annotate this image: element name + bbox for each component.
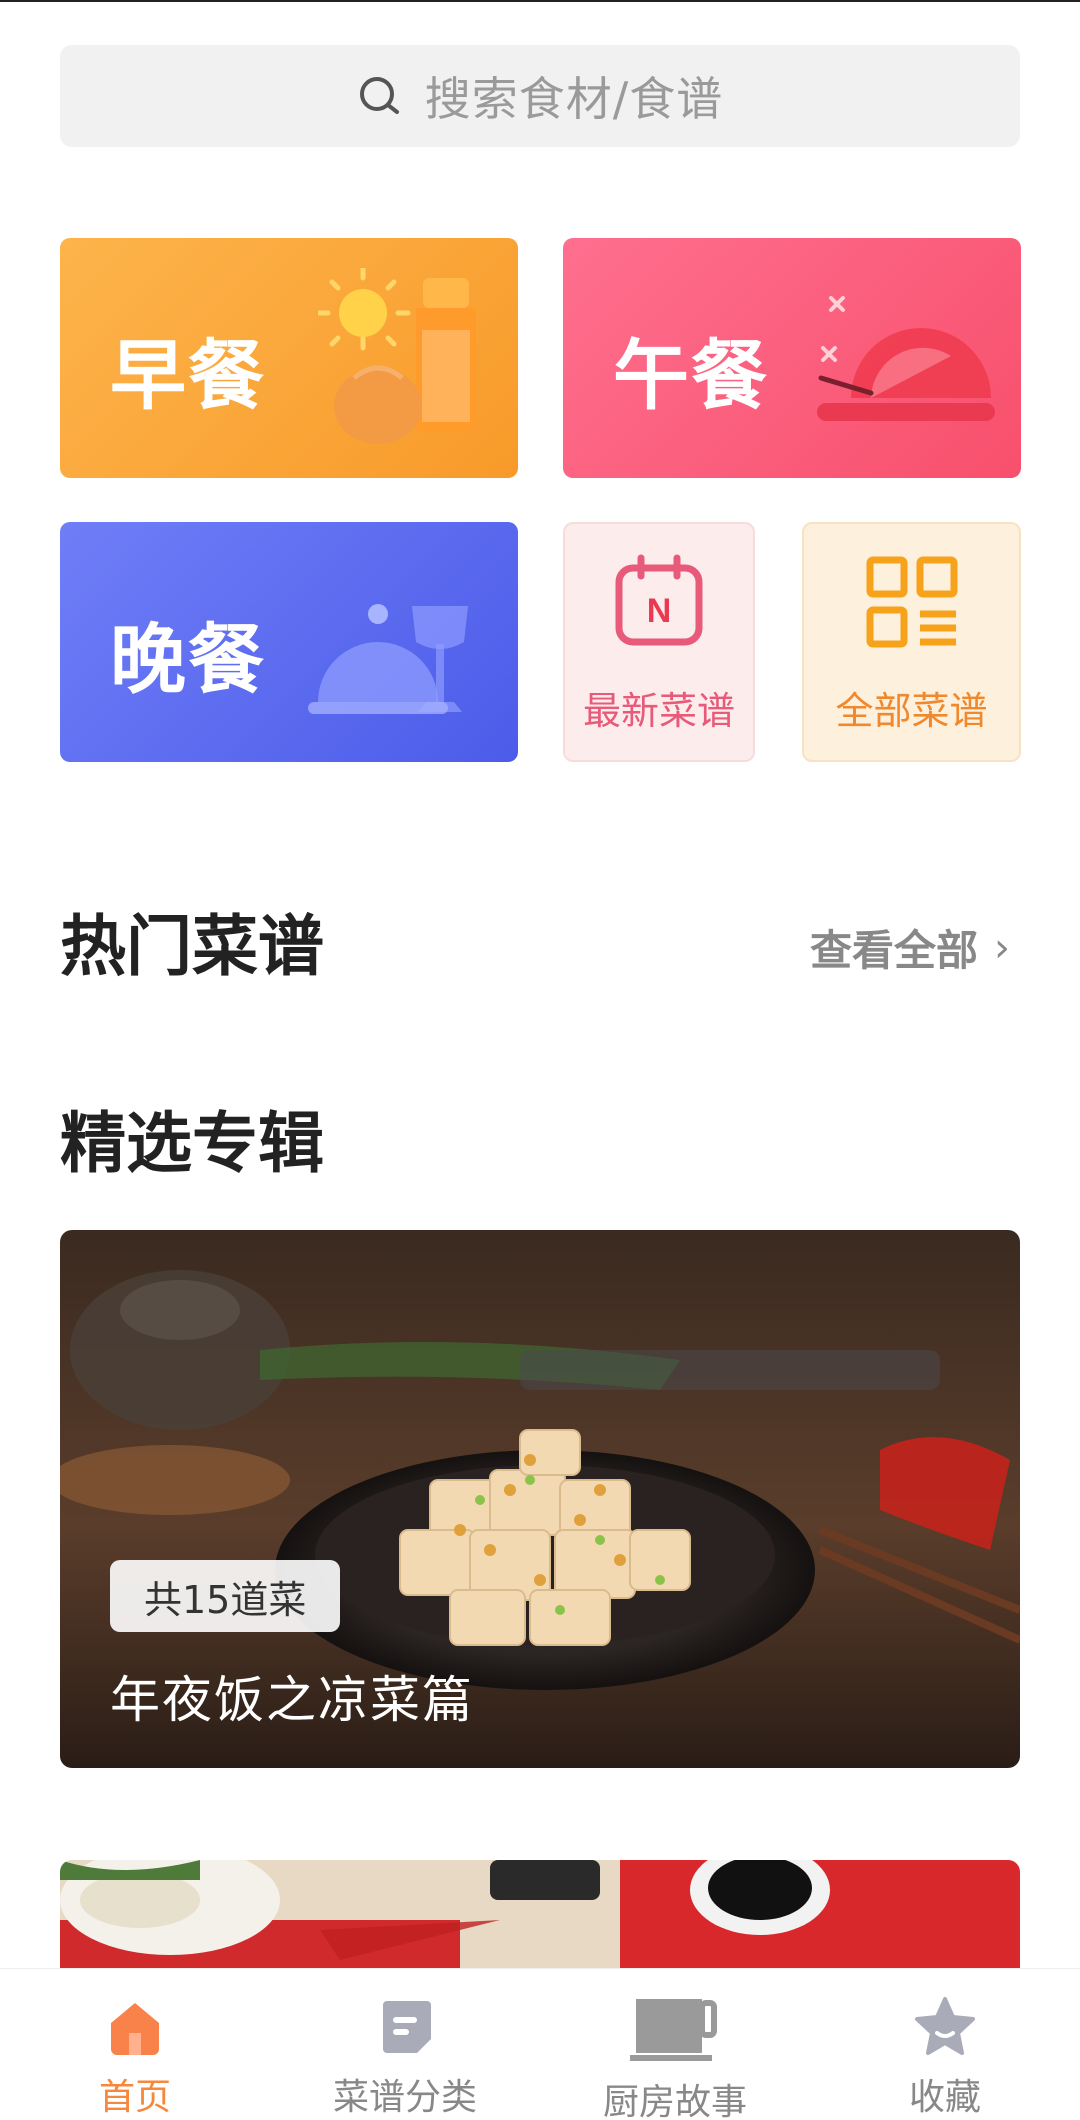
bottom-nav: 首页 菜谱分类 厨房故事 收藏 xyxy=(0,1968,1080,2120)
album-count-badge: 共15道菜 xyxy=(110,1560,341,1632)
newest-recipes-tile[interactable]: N 最新菜谱 xyxy=(563,522,755,762)
dinner-label: 晚餐 xyxy=(110,615,266,704)
chevron-right-icon: › xyxy=(994,924,1010,971)
search-bar[interactable]: 搜索食材/食谱 xyxy=(60,45,1020,147)
newest-recipes-label: 最新菜谱 xyxy=(582,689,735,733)
nav-kitchen-stories[interactable]: 厨房故事 xyxy=(540,1969,810,2120)
hot-recipes-title: 热门菜谱 xyxy=(60,908,324,985)
breakfast-label: 早餐 xyxy=(110,331,266,420)
all-recipes-label: 全部菜谱 xyxy=(835,689,988,733)
lunch-illustration-icon xyxy=(817,296,995,421)
lunch-tile[interactable]: 午餐 xyxy=(563,238,1021,478)
cup-icon xyxy=(630,1999,717,2061)
all-recipes-tile[interactable]: 全部菜谱 xyxy=(802,522,1021,762)
dinner-illustration-icon xyxy=(308,604,468,714)
lunch-label: 午餐 xyxy=(613,331,769,420)
nav-kitchen-stories-label: 厨房故事 xyxy=(602,2082,747,2120)
star-icon xyxy=(915,1996,975,2055)
nav-categories-label: 菜谱分类 xyxy=(332,2077,477,2118)
nav-home-label: 首页 xyxy=(98,2077,171,2118)
search-icon xyxy=(359,77,399,114)
grid-list-icon xyxy=(866,556,957,648)
view-all-link[interactable]: 查看全部 › xyxy=(810,917,1010,978)
album-title: 年夜饭之凉菜篇 xyxy=(110,1671,474,1729)
search-placeholder: 搜索食材/食谱 xyxy=(424,72,724,126)
breakfast-tile[interactable]: 早餐 xyxy=(60,238,518,478)
home-icon xyxy=(111,2002,159,2055)
featured-albums-title: 精选专辑 xyxy=(60,1105,324,1182)
breakfast-illustration-icon xyxy=(318,268,476,444)
calendar-letter: N xyxy=(647,592,672,630)
calendar-icon: N xyxy=(615,554,703,646)
dinner-tile[interactable]: 晚餐 xyxy=(60,522,518,762)
status-edge xyxy=(0,0,1080,2)
nav-favorites[interactable]: 收藏 xyxy=(810,1969,1080,2120)
nav-home[interactable]: 首页 xyxy=(0,1969,270,2120)
document-icon xyxy=(383,2000,431,2053)
nav-categories[interactable]: 菜谱分类 xyxy=(270,1969,540,2120)
view-all-label: 查看全部 xyxy=(809,926,978,975)
album-card[interactable]: 共15道菜 年夜饭之凉菜篇 xyxy=(60,1230,1020,1768)
nav-favorites-label: 收藏 xyxy=(908,2077,981,2118)
